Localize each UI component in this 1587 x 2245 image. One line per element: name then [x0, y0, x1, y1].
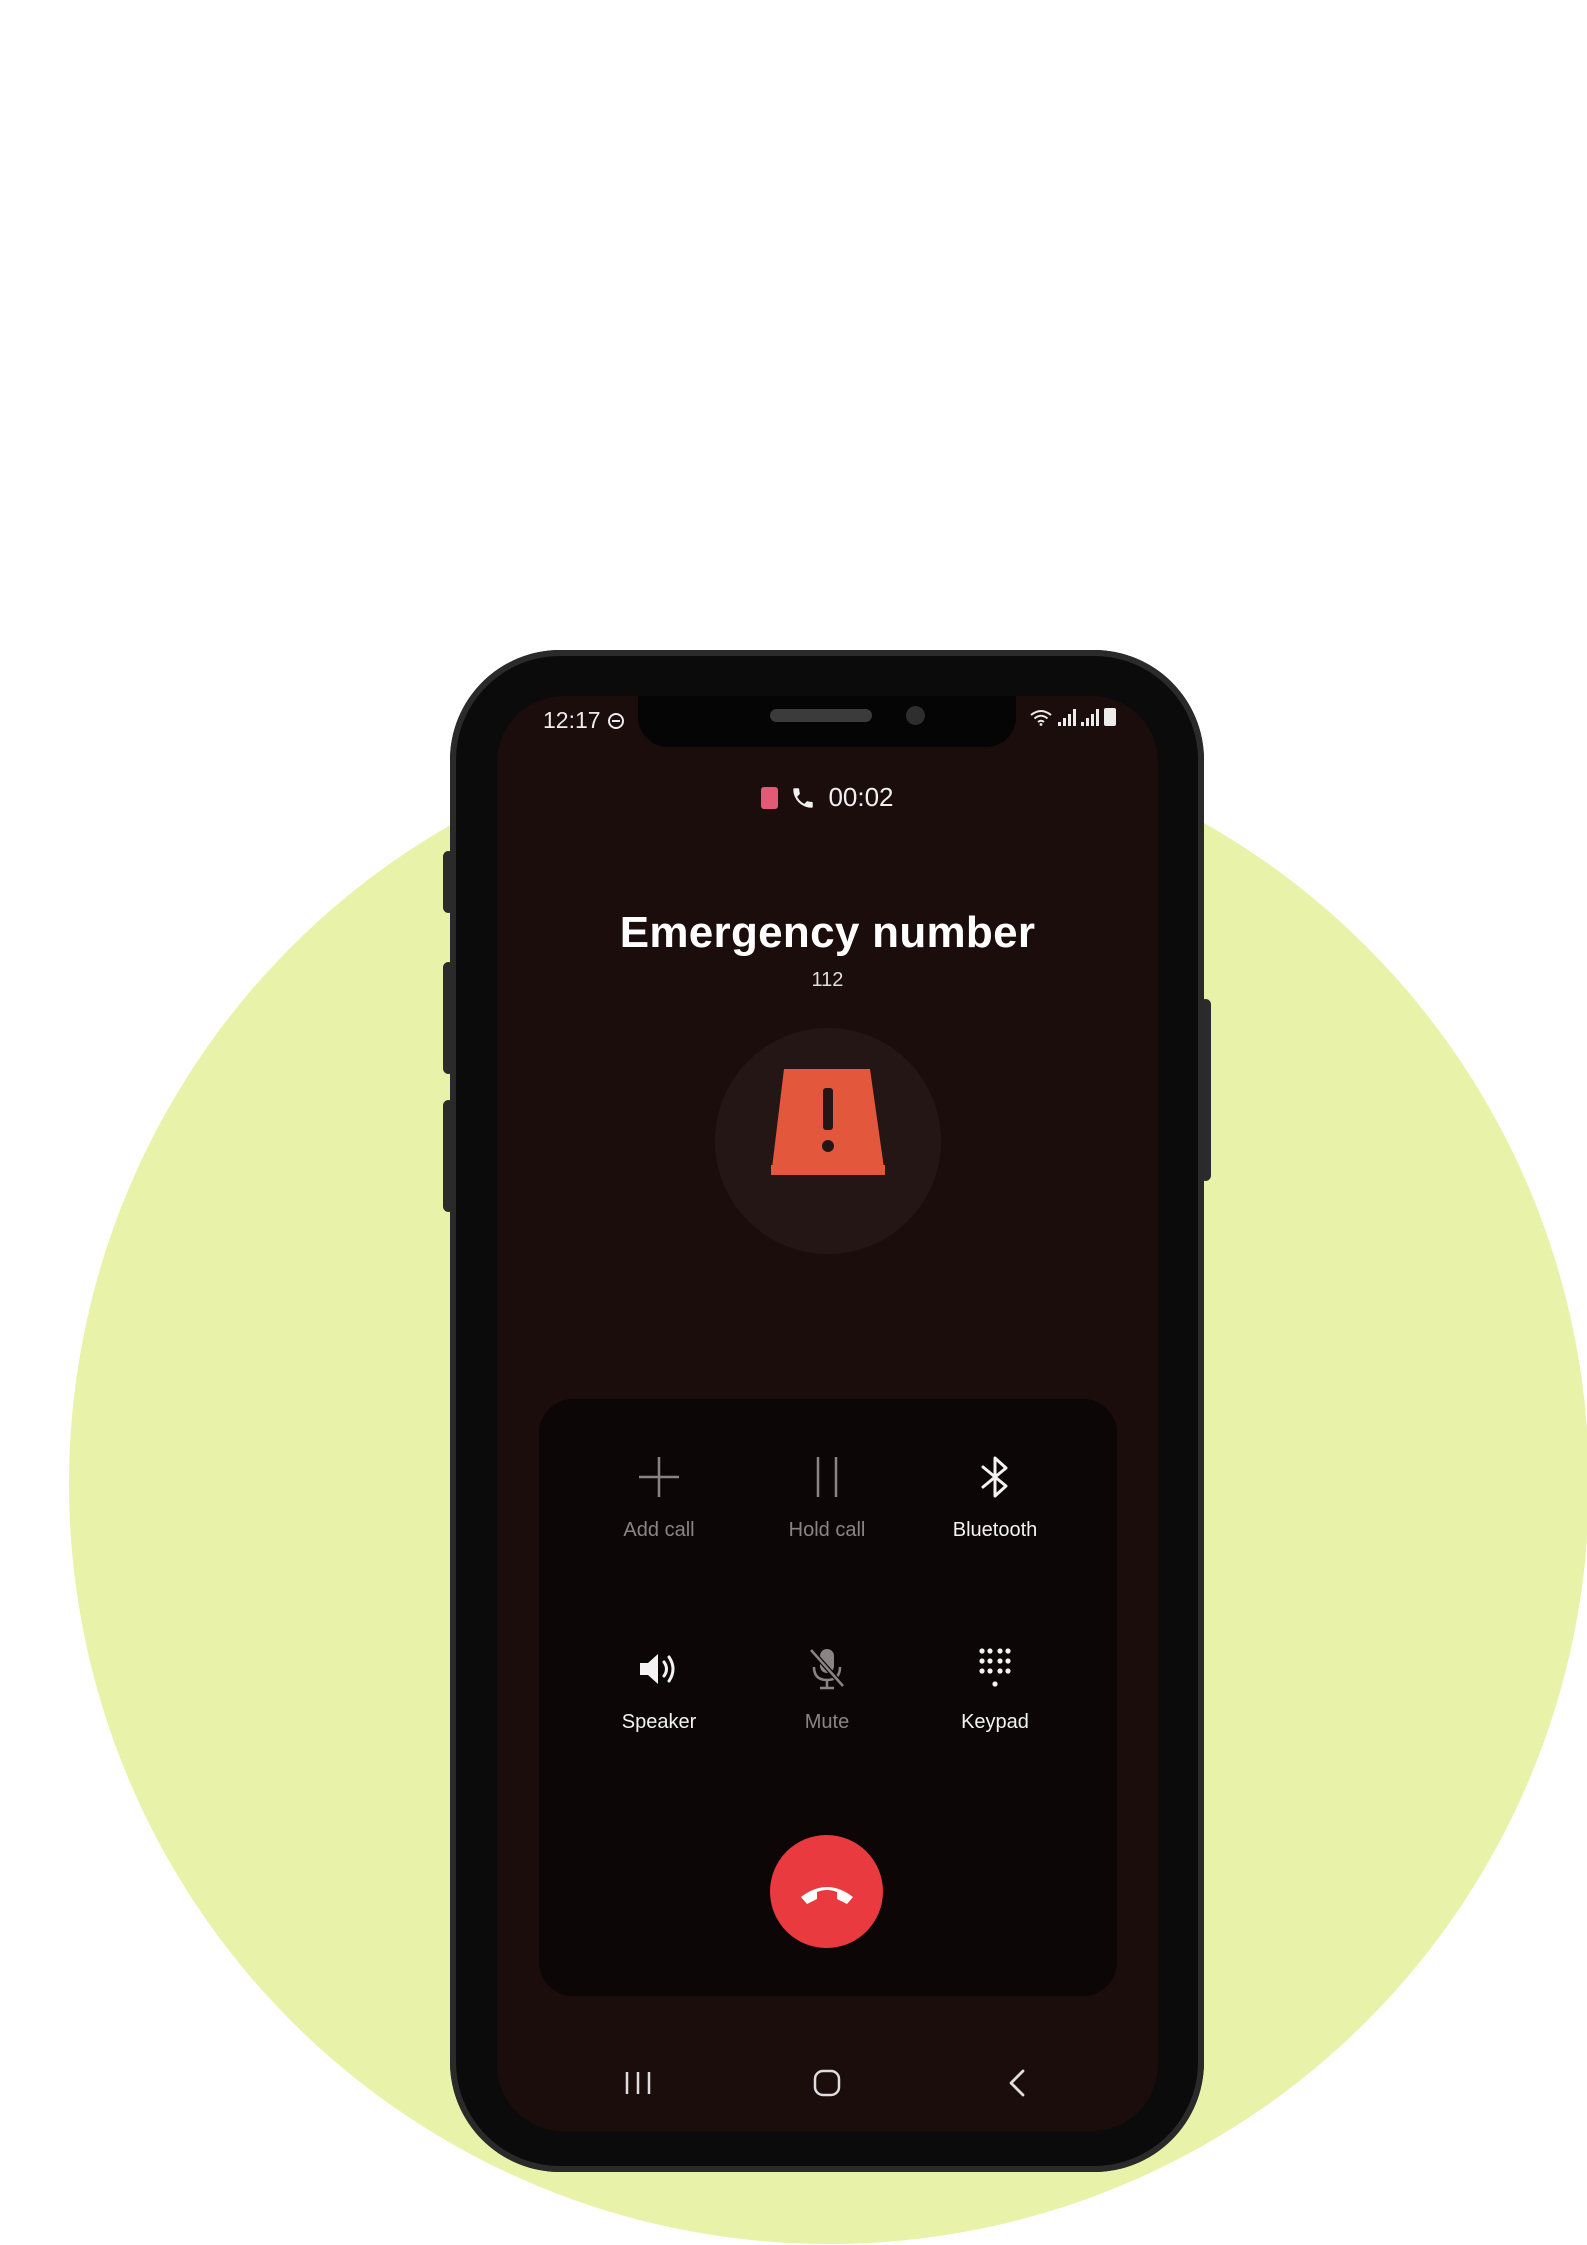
recent-apps-button[interactable] — [608, 2058, 668, 2108]
in-call-controls-panel: Add call Hold call Bluetooth Speaker Mut… — [539, 1399, 1117, 1996]
add-call-label: Add call — [623, 1519, 695, 1541]
bluetooth-icon — [981, 1456, 1008, 1498]
recent-apps-icon — [625, 2072, 651, 2094]
signal-icon-sim2 — [1081, 708, 1099, 726]
mute-button[interactable]: Mute — [752, 1641, 902, 1734]
call-status: 00:02 — [497, 782, 1158, 813]
hold-call-label: Hold call — [788, 1519, 866, 1541]
bluetooth-label: Bluetooth — [952, 1519, 1038, 1541]
call-duration: 00:02 — [828, 782, 894, 812]
status-time: 12:17 — [543, 707, 601, 733]
back-icon — [1009, 2069, 1025, 2097]
battery-icon — [1104, 708, 1116, 726]
speaker-icon — [640, 1654, 675, 1684]
phone-screen: 12:17 00:02 Emergency number 112 Add cal… — [497, 696, 1158, 2131]
end-call-button[interactable] — [770, 1835, 883, 1948]
status-bar-right — [1029, 708, 1116, 726]
emergency-avatar — [715, 1028, 941, 1254]
bluetooth-button[interactable]: Bluetooth — [920, 1449, 1070, 1542]
back-button[interactable] — [987, 2058, 1047, 2108]
home-icon — [813, 2069, 841, 2097]
navigation-bar — [497, 2058, 1158, 2108]
status-bar-left: 12:17 — [543, 707, 624, 734]
phone-call-icon — [793, 787, 814, 808]
add-call-button[interactable]: Add call — [584, 1449, 734, 1542]
keypad-label: Keypad — [961, 1711, 1029, 1733]
end-call-icon — [800, 1886, 853, 1904]
keypad-button[interactable]: Keypad — [920, 1641, 1070, 1734]
mute-label: Mute — [804, 1711, 850, 1733]
wifi-icon — [1030, 710, 1052, 726]
home-button[interactable] — [797, 2058, 857, 2108]
emergency-warning-icon — [771, 1069, 885, 1175]
mic-off-icon — [809, 1648, 845, 1690]
earpiece — [770, 709, 872, 722]
caller-number: 112 — [811, 969, 844, 991]
front-camera — [906, 706, 925, 725]
plus-icon — [639, 1457, 679, 1497]
speaker-button[interactable]: Speaker — [584, 1641, 734, 1734]
notch — [638, 696, 1016, 747]
sim-card-icon — [761, 786, 779, 809]
hold-call-button[interactable]: Hold call — [752, 1449, 902, 1542]
do-not-disturb-icon — [607, 712, 624, 729]
caller-name: Emergency number — [619, 908, 1036, 957]
keypad-icon — [979, 1648, 1011, 1687]
speaker-label: Speaker — [621, 1711, 697, 1733]
pause-icon — [816, 1457, 838, 1497]
signal-icon-sim1 — [1058, 708, 1076, 726]
